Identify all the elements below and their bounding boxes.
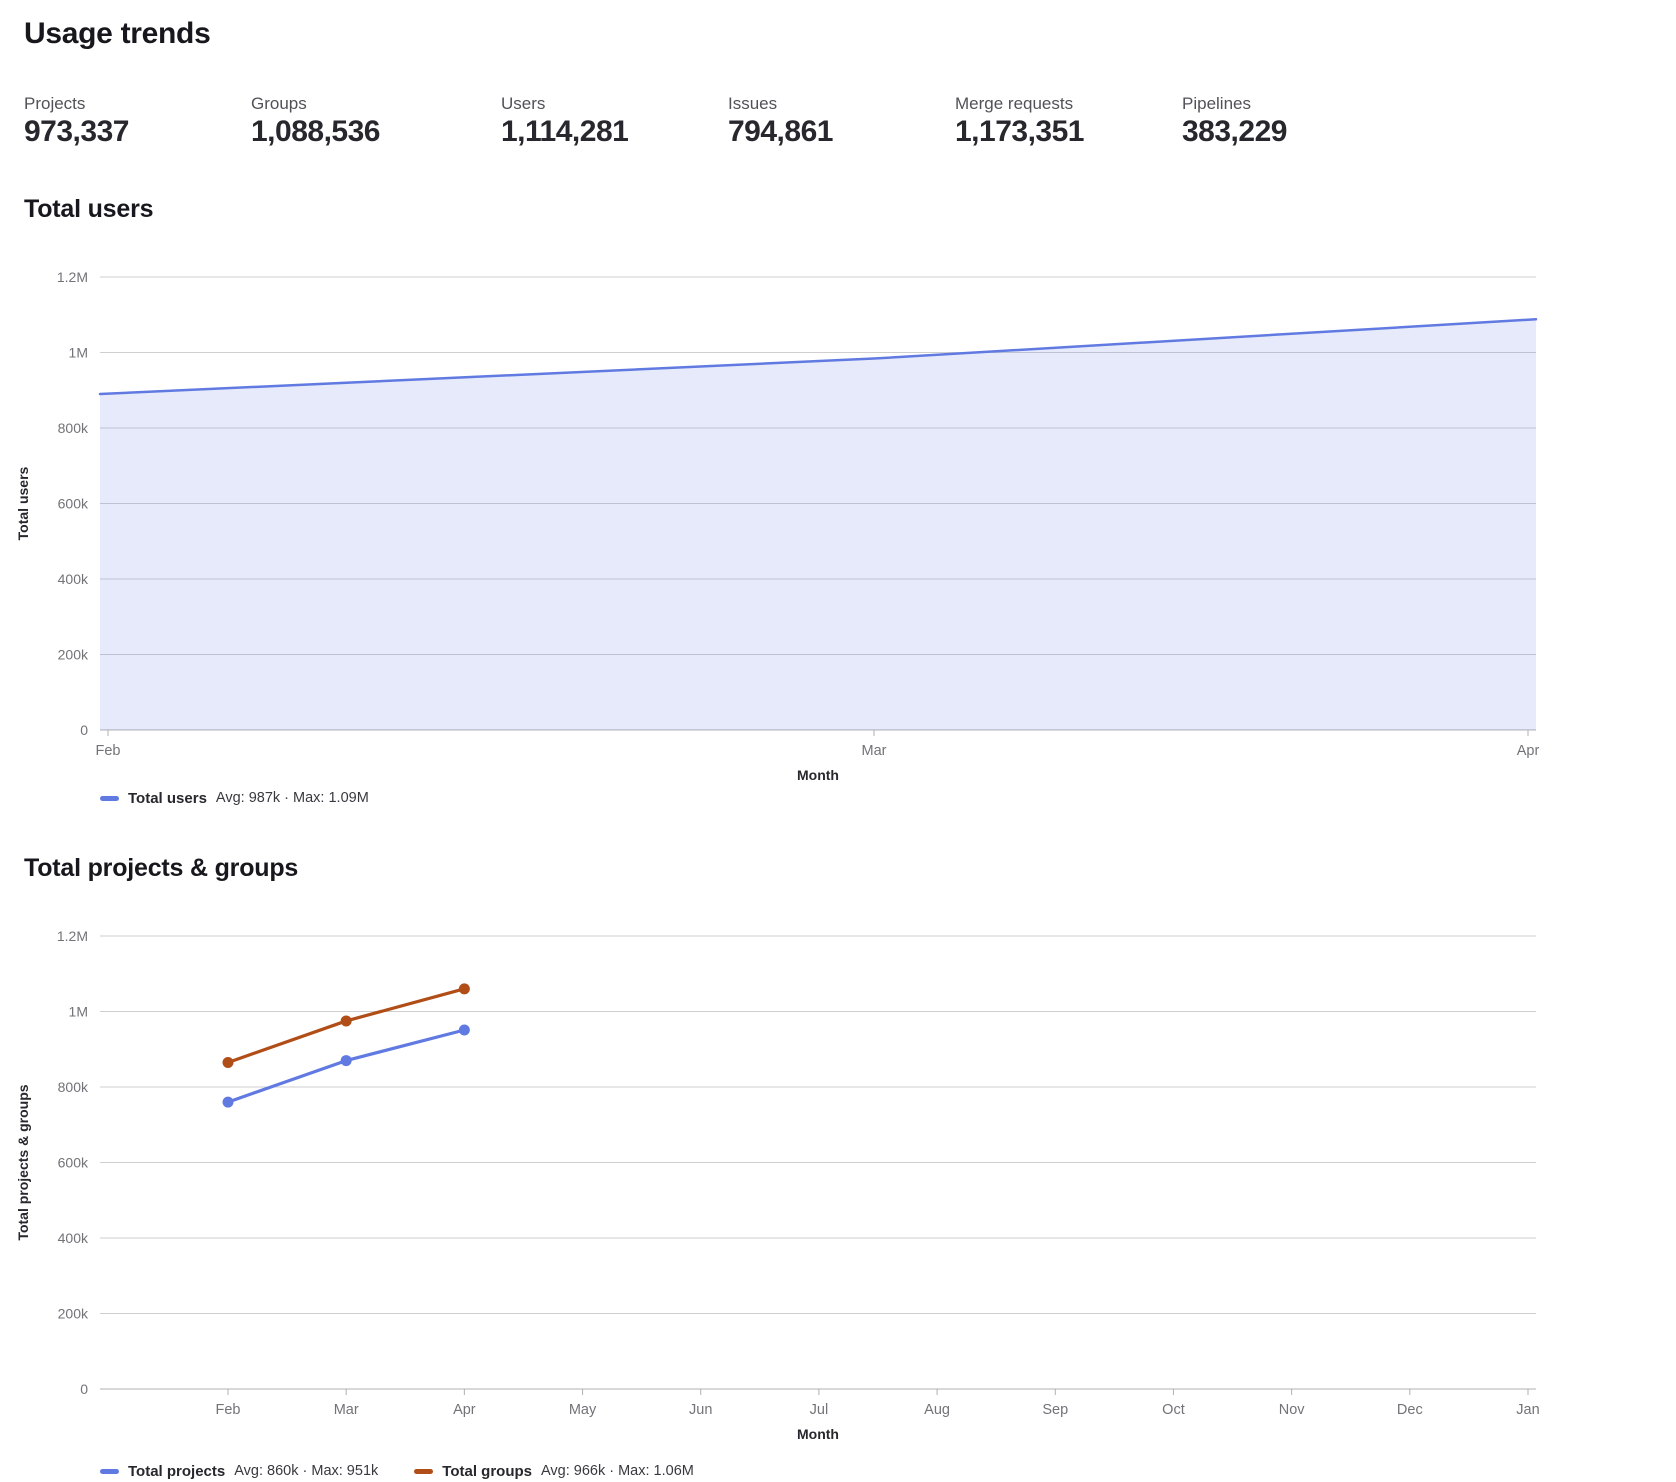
stat-groups: Groups 1,088,536	[251, 94, 501, 150]
svg-text:Feb: Feb	[96, 743, 121, 759]
svg-text:Total projects & groups: Total projects & groups	[15, 1084, 31, 1240]
legend-label: Total groups	[442, 1463, 532, 1480]
total-users-chart-legend: Total users Avg: 987k · Max: 1.09M	[100, 787, 1676, 809]
legend-stats: Avg: 860k · Max: 951k	[234, 1463, 378, 1479]
stat-pipelines: Pipelines 383,229	[1182, 94, 1409, 150]
stat-label: Groups	[251, 94, 501, 114]
stat-label: Issues	[728, 94, 955, 114]
stat-merge-requests: Merge requests 1,173,351	[955, 94, 1182, 150]
legend-swatch-icon	[100, 1469, 119, 1474]
legend-swatch-icon	[100, 796, 119, 801]
svg-text:Jul: Jul	[810, 1402, 829, 1418]
page-title: Usage trends	[24, 16, 1676, 52]
total-projects-groups-line-chart[interactable]: 0 200k 400k 600k 800k 1M 1.2M Feb Mar Apr May Jun Ju…	[0, 899, 1676, 1444]
legend-item-total-users[interactable]: Total users Avg: 987k · Max: 1.09M	[100, 790, 369, 807]
svg-text:1M: 1M	[69, 345, 88, 361]
svg-text:May: May	[569, 1402, 597, 1418]
stat-projects: Projects 973,337	[24, 94, 251, 150]
svg-text:1.2M: 1.2M	[57, 269, 88, 285]
svg-text:Aug: Aug	[924, 1402, 950, 1418]
svg-text:Oct: Oct	[1162, 1402, 1185, 1418]
svg-text:200k: 200k	[58, 1306, 89, 1322]
usage-stats-row: Projects 973,337 Groups 1,088,536 Users …	[24, 94, 1676, 150]
legend-swatch-icon	[414, 1469, 433, 1474]
svg-text:400k: 400k	[58, 1230, 89, 1246]
svg-text:Apr: Apr	[1517, 743, 1540, 759]
stat-label: Projects	[24, 94, 251, 114]
svg-text:Month: Month	[797, 1426, 839, 1442]
legend-label: Total users	[128, 790, 207, 807]
stat-value: 973,337	[24, 114, 251, 150]
total-users-area-chart[interactable]: 0 200k 400k 600k 800k 1M 1.2M Feb Mar Apr Month Tot…	[0, 240, 1676, 785]
svg-text:1.2M: 1.2M	[57, 928, 88, 944]
stat-issues: Issues 794,861	[728, 94, 955, 150]
svg-text:0: 0	[80, 1381, 88, 1397]
stat-label: Merge requests	[955, 94, 1182, 114]
svg-text:Feb: Feb	[216, 1402, 241, 1418]
total-projects-groups-chart-legend: Total projects Avg: 860k · Max: 951k Tot…	[100, 1460, 1676, 1482]
legend-label: Total projects	[128, 1463, 225, 1480]
svg-text:Jun: Jun	[689, 1402, 712, 1418]
svg-text:Nov: Nov	[1279, 1402, 1306, 1418]
svg-text:600k: 600k	[58, 496, 89, 512]
svg-text:Month: Month	[797, 767, 839, 783]
svg-text:1M: 1M	[69, 1004, 88, 1020]
svg-text:0: 0	[80, 722, 88, 738]
stat-value: 794,861	[728, 114, 955, 150]
svg-text:Jan: Jan	[1516, 1402, 1539, 1418]
section-title-total-users: Total users	[24, 194, 1676, 224]
svg-text:Mar: Mar	[862, 743, 887, 759]
stat-users: Users 1,114,281	[501, 94, 728, 150]
svg-text:Dec: Dec	[1397, 1402, 1423, 1418]
svg-text:800k: 800k	[58, 1079, 89, 1095]
stat-value: 1,173,351	[955, 114, 1182, 150]
stat-value: 1,114,281	[501, 114, 728, 150]
legend-stats: Avg: 966k · Max: 1.06M	[541, 1463, 694, 1479]
legend-stats: Avg: 987k · Max: 1.09M	[216, 790, 369, 806]
svg-text:200k: 200k	[58, 647, 89, 663]
svg-text:800k: 800k	[58, 420, 89, 436]
stat-label: Users	[501, 94, 728, 114]
section-title-total-projects-groups: Total projects & groups	[24, 853, 1676, 883]
svg-text:Mar: Mar	[334, 1402, 359, 1418]
stat-value: 383,229	[1182, 114, 1409, 150]
stat-value: 1,088,536	[251, 114, 501, 150]
stat-label: Pipelines	[1182, 94, 1409, 114]
legend-item-total-projects[interactable]: Total projects Avg: 860k · Max: 951k	[100, 1463, 378, 1480]
svg-text:Apr: Apr	[453, 1402, 476, 1418]
svg-text:Sep: Sep	[1042, 1402, 1068, 1418]
svg-text:400k: 400k	[58, 571, 89, 587]
svg-text:Total users: Total users	[15, 466, 31, 540]
legend-item-total-groups[interactable]: Total groups Avg: 966k · Max: 1.06M	[414, 1463, 694, 1480]
svg-text:600k: 600k	[58, 1155, 89, 1171]
